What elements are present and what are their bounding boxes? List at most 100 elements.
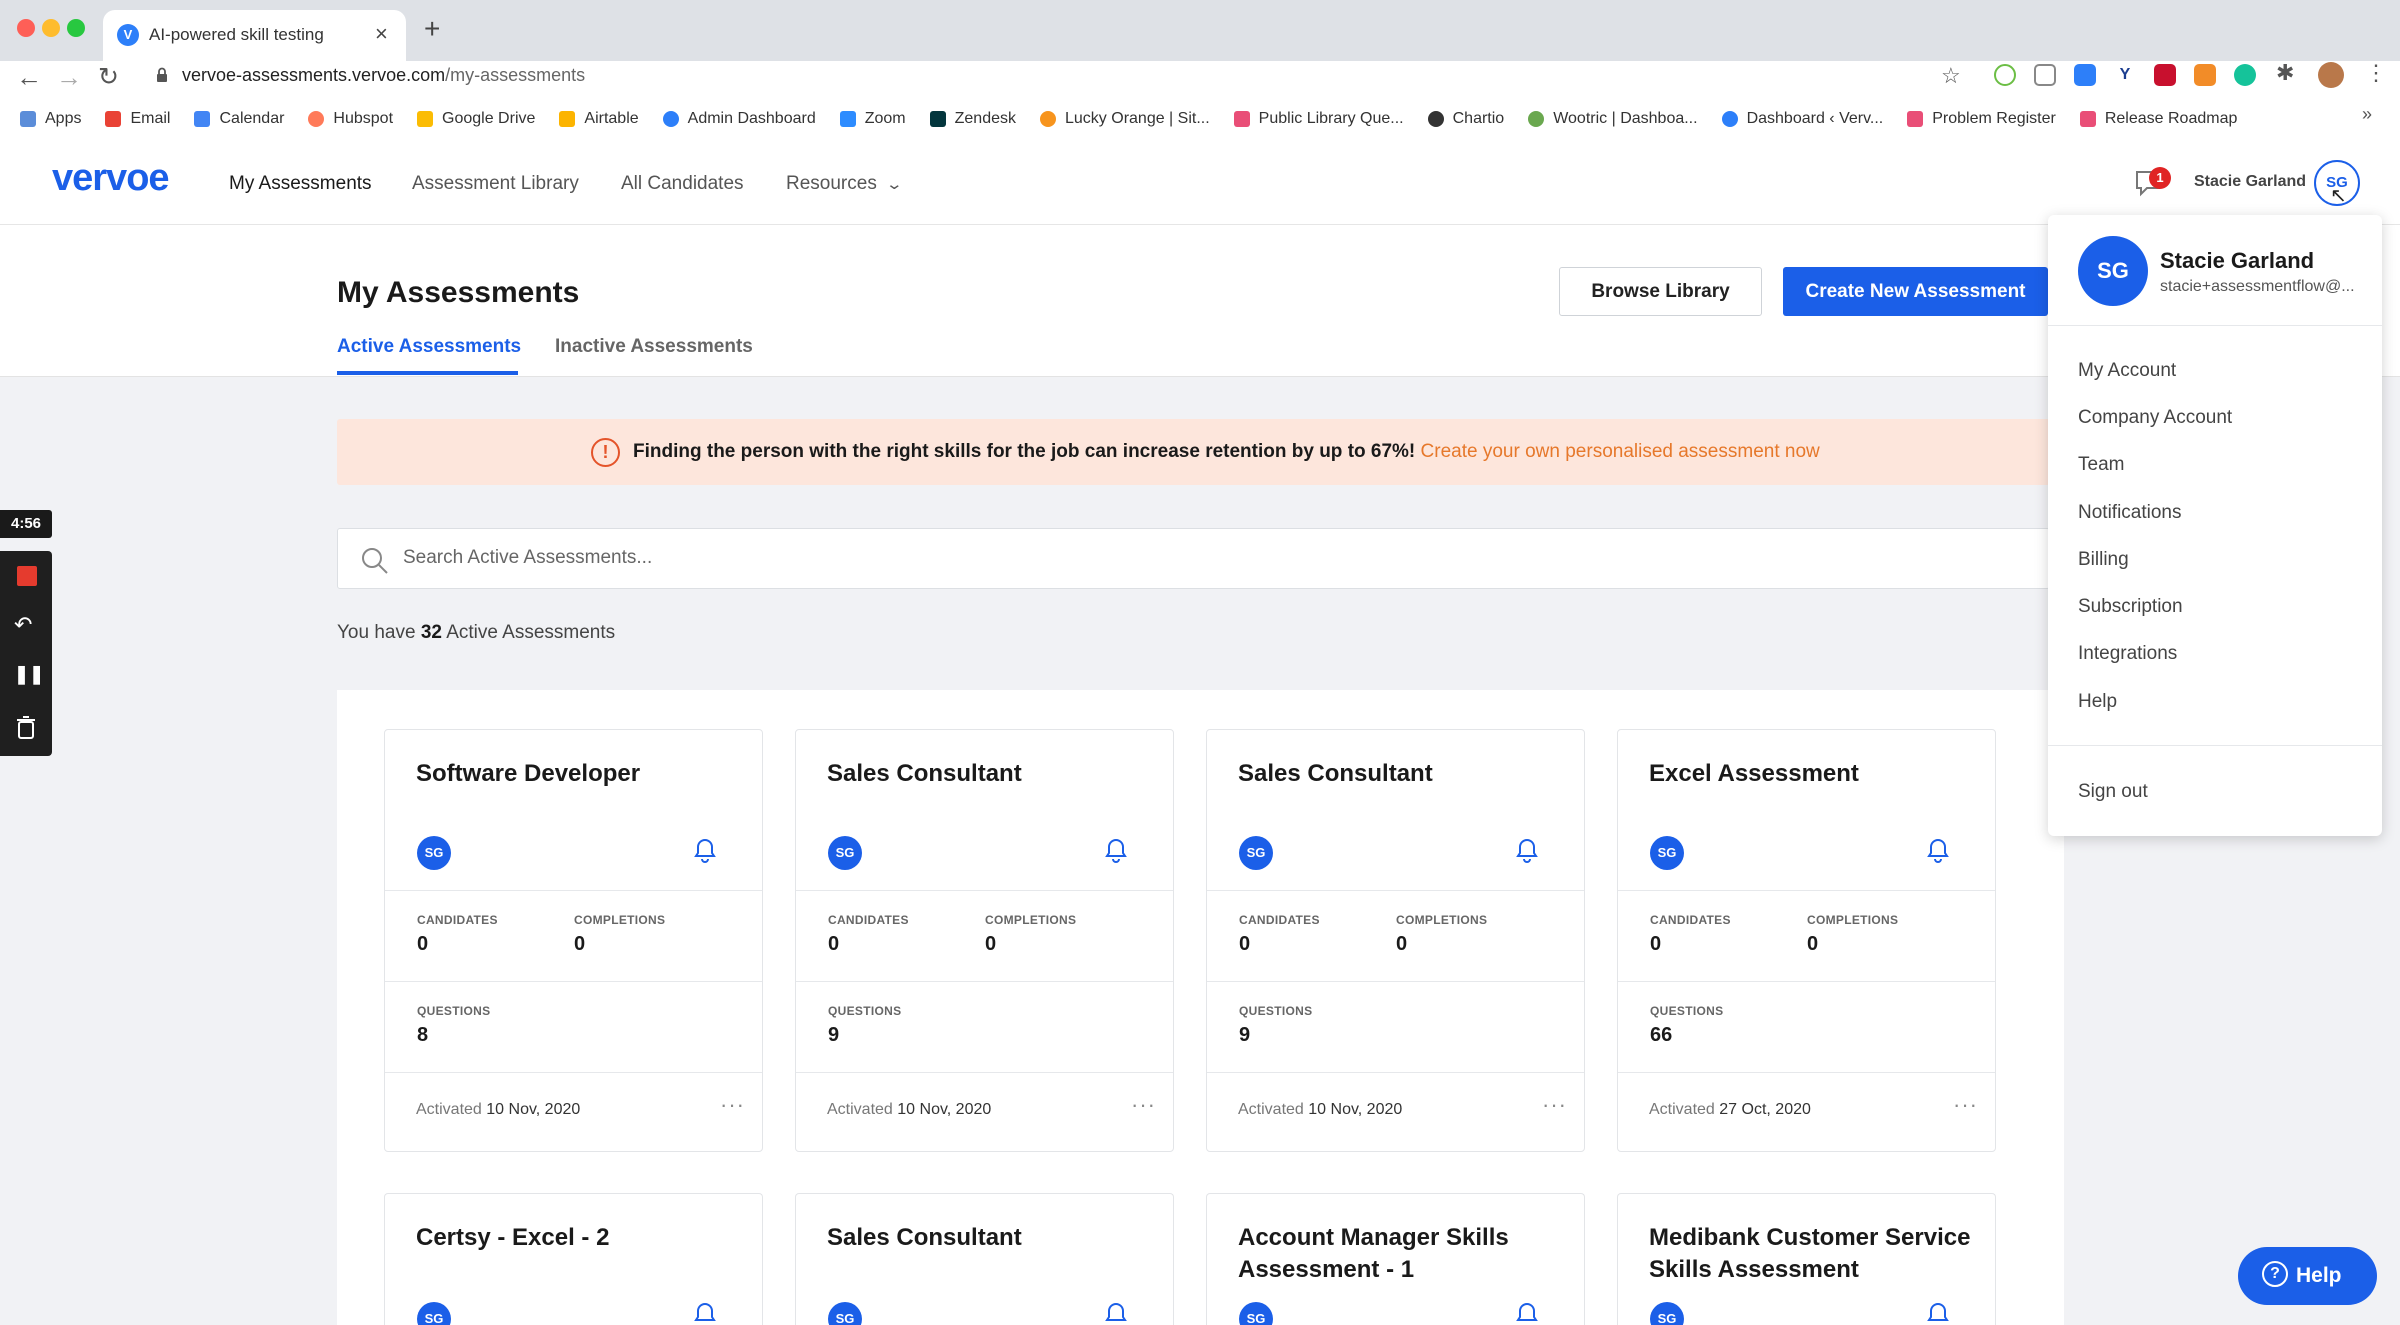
bookmark-google-drive[interactable]: Google Drive: [417, 110, 535, 128]
bell-icon[interactable]: [1926, 838, 1950, 869]
nav-resources[interactable]: Resources ⌄: [786, 173, 903, 195]
back-arrow-icon[interactable]: ←: [16, 62, 42, 93]
bookmark-apps[interactable]: Apps: [20, 110, 81, 128]
create-new-assessment-button[interactable]: Create New Assessment: [1783, 267, 2048, 316]
extension-calendar-icon[interactable]: [2194, 64, 2216, 86]
extension-lastpass-icon[interactable]: [2154, 64, 2176, 86]
bookmark-hubspot[interactable]: Hubspot: [308, 110, 393, 128]
stop-recording-icon[interactable]: [17, 566, 37, 586]
assessment-card[interactable]: Account Manager Skills Assessment - 1 SG: [1206, 1193, 1585, 1325]
bell-icon[interactable]: [1515, 1302, 1539, 1325]
nav-all-candidates[interactable]: All Candidates: [621, 173, 744, 195]
url-text[interactable]: vervoe-assessments.vervoe.com/my-assessm…: [182, 65, 585, 86]
sign-out-button[interactable]: Sign out: [2078, 781, 2148, 803]
menu-item-billing[interactable]: Billing: [2078, 549, 2129, 571]
candidates-value: 0: [1239, 933, 1251, 955]
bookmark-calendar[interactable]: Calendar: [194, 110, 284, 128]
more-options-icon[interactable]: ···: [1131, 1092, 1156, 1118]
more-options-icon[interactable]: ···: [1542, 1092, 1567, 1118]
menu-item-integrations[interactable]: Integrations: [2078, 643, 2177, 665]
vervoe-logo[interactable]: vervoe: [52, 157, 170, 200]
assessment-card[interactable]: Sales Consultant SG CANDIDATES 0 COMPLET…: [1206, 729, 1585, 1152]
bookmark-public-library[interactable]: Public Library Que...: [1233, 110, 1404, 128]
more-options-icon[interactable]: ···: [720, 1092, 745, 1118]
browser-menu-icon[interactable]: ⋮: [2365, 60, 2387, 86]
extension-grammarly-icon[interactable]: [2234, 64, 2256, 86]
extension-zoom-icon[interactable]: [2074, 64, 2096, 86]
card-title[interactable]: Medibank Customer Service Skills Assessm…: [1649, 1222, 1979, 1286]
forward-arrow-icon[interactable]: →: [56, 62, 82, 93]
pause-icon[interactable]: ❚❚: [14, 664, 44, 685]
nav-my-assessments[interactable]: My Assessments: [229, 173, 372, 195]
card-title[interactable]: Sales Consultant: [827, 758, 1157, 790]
assessment-card[interactable]: Software Developer SG CANDIDATES 0 COMPL…: [384, 729, 763, 1152]
alert-circle-icon: !: [591, 438, 620, 467]
dropdown-user-name: Stacie Garland: [2160, 248, 2315, 273]
bookmarks-overflow-icon[interactable]: »: [2362, 104, 2372, 125]
nav-assessment-library[interactable]: Assessment Library: [412, 173, 579, 195]
bell-icon[interactable]: [693, 1302, 717, 1325]
minimize-window-button[interactable]: [42, 19, 60, 37]
card-divider: [1207, 1072, 1584, 1073]
new-tab-icon[interactable]: +: [424, 15, 440, 43]
extension-page-icon[interactable]: [2034, 64, 2056, 86]
maximize-window-button[interactable]: [67, 19, 85, 37]
menu-item-company-account[interactable]: Company Account: [2078, 407, 2232, 429]
menu-item-team[interactable]: Team: [2078, 454, 2124, 476]
banner-link[interactable]: Create your own personalised assessment …: [1421, 441, 1820, 462]
menu-item-subscription[interactable]: Subscription: [2078, 596, 2183, 618]
bookmark-chartio[interactable]: Chartio: [1427, 110, 1504, 128]
help-button[interactable]: ? Help: [2238, 1247, 2377, 1305]
card-title[interactable]: Certsy - Excel - 2: [416, 1222, 746, 1254]
owner-avatar: SG: [1239, 836, 1273, 870]
card-title[interactable]: Account Manager Skills Assessment - 1: [1238, 1222, 1568, 1286]
bookmark-dashboard[interactable]: Dashboard ‹ Verv...: [1721, 110, 1883, 128]
more-options-icon[interactable]: ···: [1953, 1092, 1978, 1118]
bookmark-lucky-orange[interactable]: Lucky Orange | Sit...: [1040, 110, 1210, 128]
bookmark-airtable[interactable]: Airtable: [559, 110, 639, 128]
bookmark-admin-dashboard[interactable]: Admin Dashboard: [662, 110, 816, 128]
close-tab-icon[interactable]: ×: [375, 21, 388, 47]
browser-tab[interactable]: V AI-powered skill testing ×: [103, 10, 406, 61]
extension-check-icon[interactable]: [1994, 64, 2016, 86]
assessment-card[interactable]: Excel Assessment SG CANDIDATES 0 COMPLET…: [1617, 729, 1996, 1152]
completions-label: COMPLETIONS: [574, 913, 666, 927]
extension-y-icon[interactable]: Y: [2114, 64, 2136, 86]
profile-avatar[interactable]: [2318, 62, 2344, 88]
assessment-card[interactable]: Sales Consultant SG: [795, 1193, 1174, 1325]
trash-icon[interactable]: [16, 716, 36, 745]
bookmark-wootric[interactable]: Wootric | Dashboa...: [1528, 110, 1698, 128]
browse-library-button[interactable]: Browse Library: [1559, 267, 1762, 316]
bell-icon[interactable]: [1104, 1302, 1128, 1325]
assessment-card[interactable]: Medibank Customer Service Skills Assessm…: [1617, 1193, 1996, 1325]
card-title[interactable]: Sales Consultant: [1238, 758, 1568, 790]
assessment-card[interactable]: Sales Consultant SG CANDIDATES 0 COMPLET…: [795, 729, 1174, 1152]
extensions-puzzle-icon[interactable]: ✱: [2276, 60, 2294, 86]
header-user-name[interactable]: Stacie Garland: [2194, 173, 2306, 191]
bookmark-star-icon[interactable]: ☆: [1941, 63, 1961, 89]
card-title[interactable]: Excel Assessment: [1649, 758, 1979, 790]
menu-item-notifications[interactable]: Notifications: [2078, 502, 2182, 524]
bell-icon[interactable]: [1104, 838, 1128, 869]
bookmark-zoom[interactable]: Zoom: [839, 110, 906, 128]
count-suffix: Active Assessments: [446, 622, 616, 643]
bookmark-problem-register[interactable]: Problem Register: [1907, 110, 2056, 128]
tab-active-assessments[interactable]: Active Assessments: [337, 336, 521, 358]
bookmark-email[interactable]: Email: [105, 110, 170, 128]
bookmark-zendesk[interactable]: Zendesk: [929, 110, 1016, 128]
tab-inactive-assessments[interactable]: Inactive Assessments: [555, 336, 753, 358]
card-title[interactable]: Sales Consultant: [827, 1222, 1157, 1254]
bell-icon[interactable]: [693, 838, 717, 869]
menu-item-my-account[interactable]: My Account: [2078, 360, 2176, 382]
bookmark-release-roadmap[interactable]: Release Roadmap: [2079, 110, 2237, 128]
bell-icon[interactable]: [1926, 1302, 1950, 1325]
bell-icon[interactable]: [1515, 838, 1539, 869]
assessment-card[interactable]: Certsy - Excel - 2 SG: [384, 1193, 763, 1325]
menu-item-help[interactable]: Help: [2078, 691, 2117, 713]
search-input[interactable]: [403, 543, 2003, 573]
questions-label: QUESTIONS: [828, 1004, 902, 1018]
undo-icon[interactable]: ↶: [14, 612, 32, 638]
card-title[interactable]: Software Developer: [416, 758, 746, 790]
reload-icon[interactable]: ↻: [98, 62, 119, 92]
close-window-button[interactable]: [17, 19, 35, 37]
